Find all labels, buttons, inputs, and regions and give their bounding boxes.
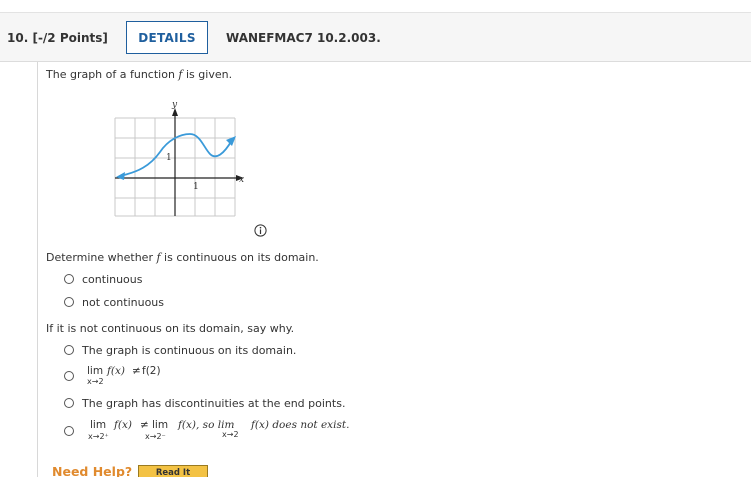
need-help-label: Need Help? — [52, 464, 133, 477]
question2-prompt: If it is not continuous on its domain, s… — [46, 322, 295, 335]
left-limit-subscript: x→2⁺ — [88, 432, 109, 441]
option-endpoint-discontinuities-label: The graph has discontinuities at the end… — [82, 397, 346, 410]
limit-conclusion: f(x) does not exist. — [251, 419, 350, 431]
x-tick-label: 1 — [193, 182, 199, 192]
details-button[interactable]: DETAILS — [126, 21, 208, 54]
radio-endpoint-discontinuities[interactable] — [64, 398, 74, 408]
option-graph-continuous-label: The graph is continuous on its domain. — [82, 344, 297, 357]
limit-subscript: x→2 — [87, 377, 104, 386]
option-continuous-label: continuous — [82, 273, 143, 286]
right-limit-word: lim — [152, 419, 169, 431]
function-graph: y x 1 1 — [114, 100, 244, 217]
option-not-continuous-label: not continuous — [82, 296, 165, 309]
right-limit-subscript: x→2⁻ — [145, 432, 166, 441]
limit-word: lim — [87, 365, 104, 377]
y-tick-label: 1 — [166, 153, 172, 163]
left-limit-word: lim — [90, 419, 107, 431]
function-value: f(2) — [142, 365, 161, 377]
question-header: 10. [-/2 Points] DETAILS WANEFMAC7 10.2.… — [0, 12, 751, 62]
question-number: 10. [-/2 Points] — [7, 31, 108, 45]
limit-subscript-2: x→2 — [222, 430, 239, 439]
curve-left-arrow-icon — [116, 172, 125, 180]
question-id: WANEFMAC7 10.2.003. — [226, 31, 381, 45]
limit-function: f(x) — [107, 365, 126, 377]
radio-graph-continuous[interactable] — [64, 345, 74, 355]
x-axis-label: x — [239, 175, 244, 185]
y-axis-label: y — [171, 100, 178, 110]
radio-limit-not-equal[interactable] — [64, 371, 74, 381]
content-border — [37, 62, 38, 477]
not-equal-sign: ≠ — [132, 365, 141, 377]
not-equal-sign-2: ≠ — [140, 419, 149, 431]
left-limit-function: f(x) — [114, 419, 133, 431]
radio-limit-does-not-exist[interactable] — [64, 426, 74, 436]
question1-prompt: Determine whether f is continuous on its… — [46, 251, 319, 264]
radio-continuous[interactable] — [64, 274, 74, 284]
radio-not-continuous[interactable] — [64, 297, 74, 307]
info-icon[interactable] — [254, 224, 267, 237]
intro-text: The graph of a function f is given. — [46, 68, 233, 81]
read-it-button[interactable]: Read It — [138, 465, 208, 477]
